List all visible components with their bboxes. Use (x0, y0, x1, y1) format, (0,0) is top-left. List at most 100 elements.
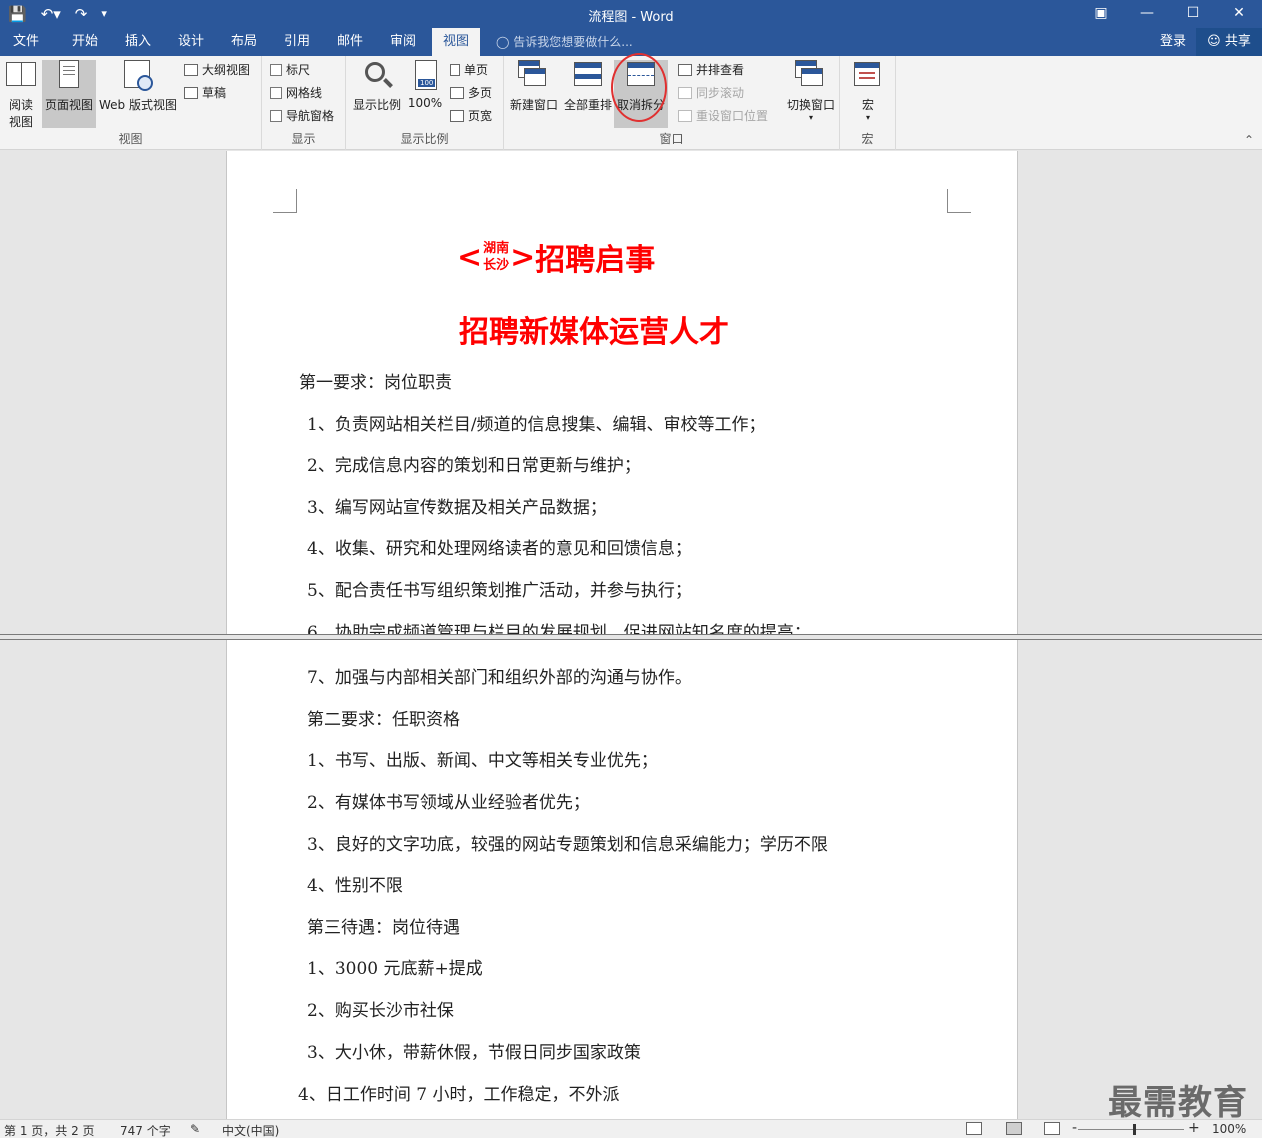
tab-references[interactable]: 引用 (272, 28, 322, 56)
remove-split-button[interactable]: 取消拆分 (614, 60, 668, 128)
minimize-icon[interactable]: — (1124, 0, 1170, 28)
read-mode-button[interactable]: 阅读 视图 (2, 60, 40, 130)
outline-button[interactable]: 大纲视图 (184, 60, 250, 80)
tell-me-box[interactable]: ◯ 告诉我您想要做什么... (496, 28, 633, 56)
paragraph: 1、负责网站相关栏目/频道的信息搜集、编辑、审校等工作； (307, 415, 766, 435)
paragraph: 1、书写、出版、新闻、中文等相关专业优先； (307, 751, 658, 771)
web-layout-label: Web 版式视图 (99, 98, 177, 112)
lightbulb-icon: ◯ (496, 35, 510, 49)
new-window-button[interactable]: 新建窗口 (508, 60, 560, 113)
nav-pane-checkbox[interactable]: 导航窗格 (270, 106, 334, 126)
print-layout-view-icon[interactable] (1006, 1122, 1022, 1135)
ribbon-tabs: 文件 开始 插入 设计 布局 引用 邮件 审阅 视图 ◯ 告诉我您想要做什么..… (0, 28, 1262, 56)
paragraph: 4、日工作时间 7 小时，工作稳定，不外派 (298, 1085, 620, 1105)
one-page-button[interactable]: 单页 (450, 60, 488, 80)
tab-mailings[interactable]: 邮件 (325, 28, 375, 56)
draft-button[interactable]: 草稿 (184, 83, 226, 103)
web-layout-view-icon[interactable] (1044, 1122, 1060, 1135)
multi-page-button[interactable]: 多页 (450, 83, 492, 103)
sync-scroll-icon (678, 87, 692, 99)
draft-icon (184, 87, 198, 99)
window-group: 新建窗口 全部重排 取消拆分 并排查看 同步滚动 重设窗口位置 切换窗口 ▾ 窗… (504, 56, 840, 150)
web-layout-button[interactable]: Web 版式视图 (98, 60, 178, 113)
multi-page-icon (450, 87, 464, 99)
heading-bracket-open: < (457, 239, 483, 275)
zoom-label: 显示比例 (352, 98, 401, 112)
views-group: 阅读 视图 页面视图 Web 版式视图 大纲视图 草稿 视图 (0, 56, 262, 150)
print-layout-button[interactable]: 页面视图 (42, 60, 96, 128)
ruler-checkbox[interactable]: 标尺 (270, 60, 310, 80)
document-page-bottom-pane[interactable]: 7、加强与内部相关部门和组织外部的沟通与协作。 第二要求：任职资格 1、书写、出… (226, 640, 1018, 1119)
reset-position-icon (678, 110, 692, 122)
gridlines-checkbox-box (270, 87, 282, 99)
tab-design[interactable]: 设计 (166, 28, 216, 56)
side-by-side-icon (678, 64, 692, 76)
paragraph: 第二要求：任职资格 (307, 710, 460, 730)
language-indicator[interactable]: 中文(中国) (222, 1122, 279, 1138)
ruler-label: 标尺 (286, 63, 311, 77)
tab-review[interactable]: 审阅 (378, 28, 428, 56)
proofing-icon[interactable]: ✎ (190, 1122, 200, 1136)
paragraph: 3、良好的文字功底，较强的网站专题策划和信息采编能力；学历不限 (307, 835, 828, 855)
paragraph: 4、收集、研究和处理网络读者的意见和回馈信息； (307, 539, 692, 559)
magnifier-icon (361, 60, 393, 92)
tab-view[interactable]: 视图 (432, 28, 480, 56)
tab-file[interactable]: 文件 (4, 28, 48, 56)
tab-insert[interactable]: 插入 (113, 28, 163, 56)
zoom-level[interactable]: 100% (1212, 1122, 1246, 1136)
macros-icon (852, 60, 884, 92)
outline-icon (184, 64, 198, 76)
gridlines-checkbox[interactable]: 网格线 (270, 83, 322, 103)
hundred-percent-label: 100% (407, 96, 443, 110)
new-window-icon (518, 60, 550, 92)
heading-recruitment-notice: < 湖南 长沙 > 招聘启事 (457, 235, 655, 279)
gridlines-label: 网格线 (286, 86, 323, 100)
one-page-icon (450, 64, 460, 76)
tab-layout[interactable]: 布局 (219, 28, 269, 56)
remove-split-label: 取消拆分 (616, 98, 665, 112)
paragraph: 2、完成信息内容的策划和日常更新与维护； (307, 456, 641, 476)
paragraph: 第三待遇：岗位待遇 (307, 918, 460, 938)
sign-in-link[interactable]: 登录 (1160, 28, 1186, 56)
paragraph: 2、有媒体书写领域从业经验者优先； (307, 793, 590, 813)
page-count[interactable]: 第 1 页，共 2 页 (4, 1122, 95, 1138)
macros-group-label: 宏 (861, 132, 874, 146)
macros-button[interactable]: 宏 ▾ (850, 60, 886, 122)
read-mode-view-icon[interactable] (966, 1122, 982, 1135)
arrange-all-icon (572, 60, 604, 92)
outline-label: 大纲视图 (202, 63, 251, 77)
side-by-side-label: 并排查看 (696, 63, 745, 77)
reset-position-button[interactable]: 重设窗口位置 (678, 106, 768, 126)
word-count[interactable]: 747 个字 (120, 1122, 171, 1138)
collapse-ribbon-icon[interactable]: ⌃ (1244, 133, 1254, 147)
title-bar: 💾 ↶▾ ↷ ▾ 流程图 - Word ▣ — ☐ ✕ (0, 0, 1262, 28)
nav-pane-label: 导航窗格 (286, 109, 335, 123)
margin-mark-right (947, 189, 971, 213)
zoom-slider-track[interactable] (1078, 1129, 1184, 1130)
arrange-all-button[interactable]: 全部重排 (562, 60, 614, 113)
close-icon[interactable]: ✕ (1216, 0, 1262, 28)
document-area[interactable]: < 湖南 长沙 > 招聘启事 招聘新媒体运营人才 第一要求：岗位职责 1、负责网… (0, 151, 1262, 1119)
ribbon-display-options-icon[interactable]: ▣ (1078, 0, 1124, 28)
switch-window-button[interactable]: 切换窗口 ▾ (784, 60, 838, 122)
zoom-slider-thumb[interactable] (1133, 1124, 1136, 1135)
views-group-label: 视图 (118, 132, 143, 146)
side-by-side-button[interactable]: 并排查看 (678, 60, 744, 80)
paragraph: 第一要求：岗位职责 (299, 373, 452, 393)
hundred-percent-button[interactable]: 100 100% (406, 60, 444, 110)
macros-group: 宏 ▾ 宏 (840, 56, 896, 150)
zoom-in-button[interactable]: + (1188, 1120, 1200, 1136)
sync-scroll-button[interactable]: 同步滚动 (678, 83, 744, 103)
share-button[interactable]: ☺ 共享 (1196, 28, 1262, 56)
show-group: 标尺 网格线 导航窗格 显示 (262, 56, 346, 150)
maximize-icon[interactable]: ☐ (1170, 0, 1216, 28)
tab-home[interactable]: 开始 (60, 28, 110, 56)
heading-two-line-bottom: 长沙 (483, 258, 510, 273)
paragraph: 2、购买长沙市社保 (307, 1001, 454, 1021)
zoom-button[interactable]: 显示比例 (350, 60, 404, 113)
hundred-badge: 100 (418, 79, 436, 87)
page-width-button[interactable]: 页宽 (450, 106, 492, 126)
document-page-top-pane[interactable]: < 湖南 长沙 > 招聘启事 招聘新媒体运营人才 第一要求：岗位职责 1、负责网… (226, 151, 1018, 643)
one-page-label: 单页 (464, 63, 489, 77)
zoom-out-button[interactable]: - (1072, 1120, 1077, 1136)
